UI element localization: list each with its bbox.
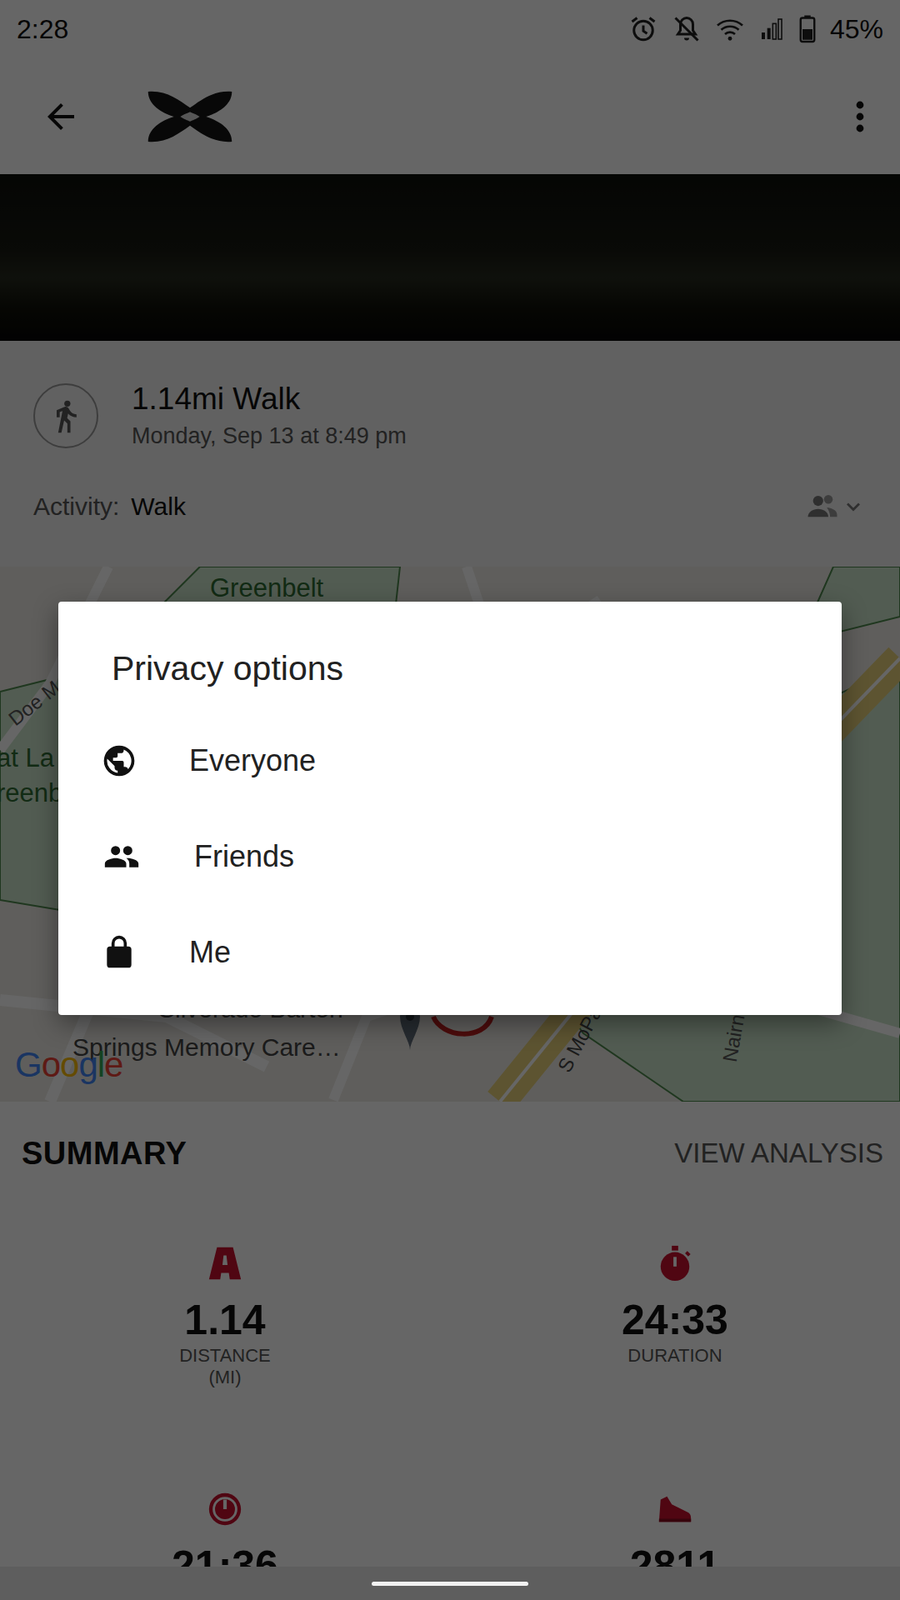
globe-icon: [100, 742, 138, 780]
dialog-title: Privacy options: [58, 601, 842, 713]
lock-icon: [100, 934, 138, 971]
people-icon: [100, 838, 143, 875]
privacy-option[interactable]: Me: [58, 904, 842, 1000]
gesture-nav-bar: [0, 1566, 900, 1600]
screen: 2:2845%1.14mi WalkMonday, Sep 13 at 8:49…: [0, 0, 900, 1600]
option-label: Everyone: [189, 743, 316, 779]
privacy-option[interactable]: Friends: [58, 808, 842, 905]
option-label: Friends: [194, 839, 295, 875]
option-label: Me: [189, 935, 231, 970]
home-handle[interactable]: [371, 1581, 529, 1586]
privacy-option[interactable]: Everyone: [58, 712, 842, 809]
privacy-dialog: Privacy options Everyone Friends Me: [58, 601, 842, 1015]
